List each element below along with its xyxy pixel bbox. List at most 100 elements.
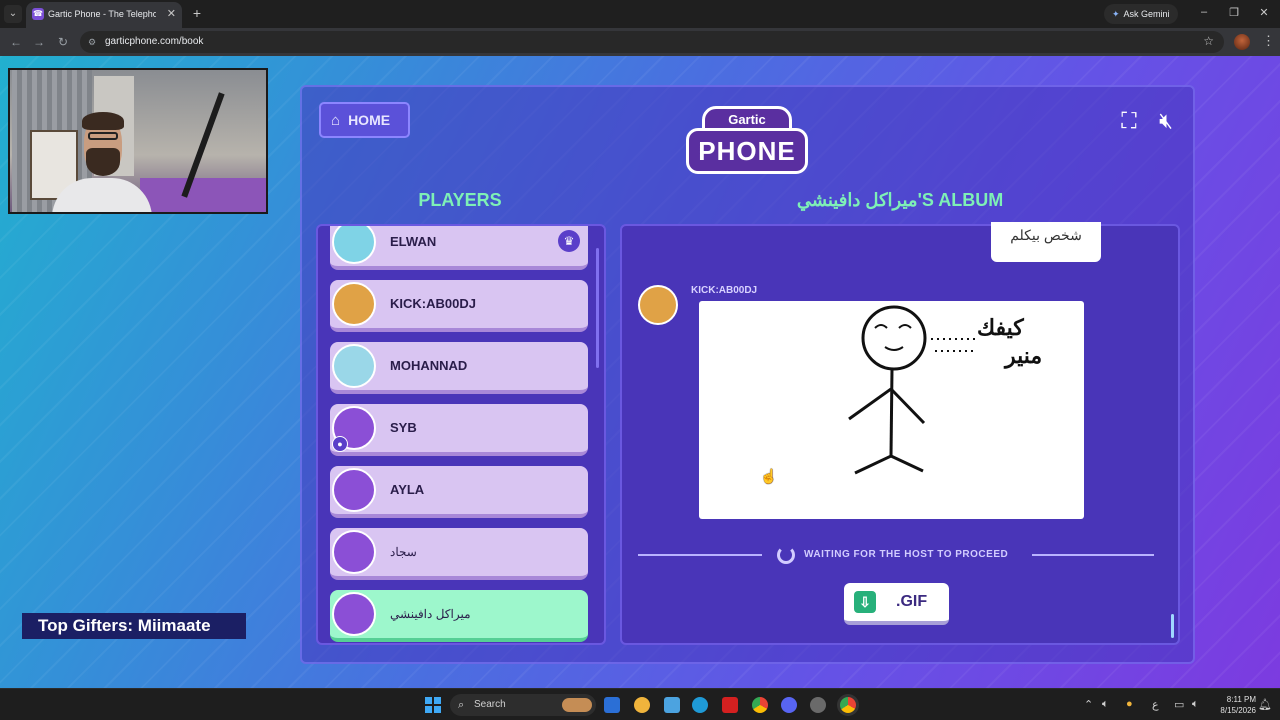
logo-bottom-text: PHONE bbox=[686, 128, 808, 174]
app-red-icon[interactable] bbox=[722, 697, 738, 713]
new-tab-icon[interactable]: + bbox=[188, 4, 206, 22]
player-avatar bbox=[332, 468, 376, 512]
album-scrollbar[interactable] bbox=[1171, 614, 1174, 638]
reload-icon[interactable]: ↻ bbox=[55, 34, 71, 50]
player-card-syb: SYB ● bbox=[330, 404, 588, 456]
site-info-icon[interactable]: ⚙ bbox=[88, 36, 100, 48]
microphone-icon[interactable]: ● bbox=[1126, 698, 1133, 710]
fullscreen-icon[interactable]: ⛶ bbox=[1116, 108, 1142, 134]
drawing-canvas: كيفك منير bbox=[699, 301, 1084, 519]
player-avatar bbox=[332, 592, 376, 636]
gif-label: .GIF bbox=[896, 593, 928, 610]
drawing-author-avatar bbox=[638, 285, 678, 325]
player-avatar bbox=[332, 530, 376, 574]
player-name: SYB bbox=[390, 420, 417, 435]
search-highlight-icon bbox=[562, 698, 592, 712]
webcam-person-hair bbox=[82, 112, 124, 130]
search-icon: ⌕ bbox=[458, 699, 465, 711]
download-gif-button[interactable]: ⇩ .GIF bbox=[844, 583, 949, 625]
copilot-icon[interactable] bbox=[634, 697, 650, 713]
windows-taskbar: ⌕ Search ⌃ 🔈︎ ● ع ▭ 🔈︎ 8:11 PM 8/15/2026… bbox=[0, 688, 1280, 720]
browser-tab[interactable]: ☎ Gartic Phone - The Telephone G ✕ bbox=[26, 2, 182, 28]
store-icon[interactable] bbox=[664, 697, 680, 713]
gartic-favicon-icon: ☎ bbox=[32, 8, 44, 20]
bookmark-star-icon[interactable]: ☆ bbox=[1203, 34, 1214, 48]
player-name: KICK:AB00DJ bbox=[390, 296, 476, 311]
gemini-spark-icon: ✦ bbox=[1112, 9, 1120, 19]
taskbar-search-label: Search bbox=[474, 699, 506, 710]
taskbar-clock[interactable]: 8:11 PM 8/15/2026 bbox=[1212, 694, 1256, 716]
download-icon: ⇩ bbox=[854, 591, 876, 613]
browser-tab-bar: ⌄ ☎ Gartic Phone - The Telephone G ✕ + ✦… bbox=[0, 0, 1280, 28]
player-name: سجاد bbox=[390, 545, 417, 559]
mute-icon[interactable]: 🔇︎ bbox=[1151, 108, 1181, 134]
player-name: ELWAN bbox=[390, 234, 437, 249]
clock-date: 8/15/2026 bbox=[1220, 706, 1256, 715]
browser-toolbar: ← → ↻ ⚙ garticphone.com/book ☆ bbox=[0, 28, 1280, 56]
user-badge-icon: ● bbox=[332, 436, 348, 452]
top-gifters-banner: Top Gifters: Miimaate bbox=[22, 613, 246, 639]
divider-left bbox=[638, 554, 762, 556]
players-scrollbar[interactable] bbox=[596, 248, 599, 368]
chrome-active-icon[interactable] bbox=[840, 697, 856, 713]
home-icon: ⌂ bbox=[331, 112, 341, 129]
volume-icon[interactable]: 🔈︎ bbox=[1102, 698, 1109, 711]
player-card-elwan: ELWAN ♛ bbox=[330, 226, 588, 270]
url-text: garticphone.com/book bbox=[105, 36, 204, 47]
stick-figure-drawing bbox=[848, 305, 977, 475]
chrome-icon[interactable] bbox=[752, 697, 768, 713]
restore-icon[interactable]: ❐ bbox=[1224, 6, 1244, 19]
drawing-author-name: KICK:AB00DJ bbox=[691, 285, 758, 296]
home-button[interactable]: ⌂ HOME bbox=[319, 102, 410, 138]
address-bar[interactable]: ⚙ garticphone.com/book ☆ bbox=[80, 31, 1224, 53]
webcam-person-glasses bbox=[88, 132, 118, 140]
close-window-icon[interactable]: ✕ bbox=[1254, 6, 1274, 19]
taskbar-search[interactable]: ⌕ Search bbox=[450, 694, 596, 716]
players-title: PLAYERS bbox=[418, 190, 502, 210]
player-name: ميراكل دافينشي bbox=[390, 607, 471, 621]
windows-start-icon[interactable] bbox=[425, 697, 441, 713]
discord-icon[interactable] bbox=[781, 697, 797, 713]
player-name: AYLA bbox=[390, 482, 425, 497]
profile-avatar[interactable] bbox=[1234, 34, 1250, 50]
tab-list-dropdown-icon[interactable]: ⌄ bbox=[4, 5, 22, 23]
player-card-mohannad: MOHANNAD bbox=[330, 342, 588, 394]
edge-icon[interactable] bbox=[692, 697, 708, 713]
home-label: HOME bbox=[348, 112, 391, 128]
player-avatar bbox=[332, 226, 376, 264]
clock-time: 8:11 PM bbox=[1226, 695, 1256, 704]
ask-gemini-label: Ask Gemini bbox=[1123, 9, 1170, 19]
browser-menu-icon[interactable]: ⋮ bbox=[1262, 33, 1275, 49]
album-title: ميراكل دافينشي'S ALBUM bbox=[796, 190, 1004, 210]
player-card-selected[interactable]: ميراكل دافينشي bbox=[330, 590, 588, 642]
loading-spinner-icon bbox=[777, 546, 795, 564]
back-icon[interactable]: ← bbox=[8, 34, 24, 50]
tab-title: Gartic Phone - The Telephone G bbox=[48, 9, 156, 19]
task-view-icon[interactable] bbox=[604, 697, 620, 713]
input-language[interactable]: ع bbox=[1152, 698, 1159, 711]
player-card-ayla: AYLA bbox=[330, 466, 588, 518]
drawing-caption-line1: كيفك bbox=[977, 315, 1024, 340]
obs-icon[interactable] bbox=[810, 697, 826, 713]
notification-bell-icon[interactable]: 🔔︎ bbox=[1258, 698, 1272, 711]
speaker-icon[interactable]: 🔈︎ bbox=[1192, 698, 1199, 711]
player-avatar bbox=[332, 282, 376, 326]
divider-right bbox=[1032, 554, 1154, 556]
webcam-bed bbox=[140, 178, 266, 212]
drawing-caption-line2: منير bbox=[1005, 343, 1043, 368]
player-avatar bbox=[332, 344, 376, 388]
forward-icon[interactable]: → bbox=[31, 34, 47, 50]
waiting-status: WAITING FOR THE HOST TO PROCEED bbox=[804, 549, 1009, 560]
close-tab-icon[interactable]: ✕ bbox=[167, 2, 176, 26]
network-icon[interactable]: ▭ bbox=[1174, 698, 1184, 711]
players-list: ELWAN ♛ KICK:AB00DJ MOHANNAD SYB ● AYLA … bbox=[316, 224, 606, 645]
webcam-person-beard bbox=[86, 148, 120, 176]
gartic-phone-logo: Gartic PHONE bbox=[686, 104, 808, 174]
player-card-kick-ab00dj: KICK:AB00DJ bbox=[330, 280, 588, 332]
minimize-icon[interactable]: – bbox=[1194, 6, 1214, 18]
ask-gemini-button[interactable]: ✦ Ask Gemini bbox=[1104, 4, 1178, 24]
webcam-overlay bbox=[8, 68, 268, 214]
previous-text-bubble: شخص بيكلم bbox=[991, 222, 1101, 262]
tray-chevron-icon[interactable]: ⌃ bbox=[1084, 698, 1093, 711]
player-name: MOHANNAD bbox=[390, 358, 468, 373]
